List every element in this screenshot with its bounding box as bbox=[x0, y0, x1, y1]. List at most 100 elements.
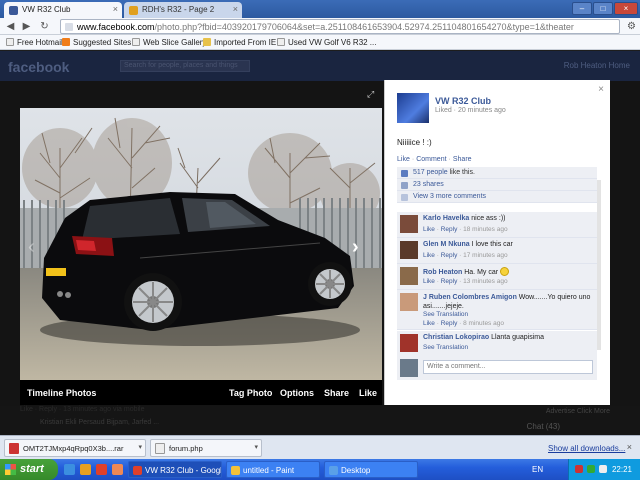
facebook-logo[interactable]: facebook bbox=[8, 59, 69, 75]
tag-photo-button[interactable]: Tag Photo bbox=[229, 388, 272, 398]
forum-favicon-icon bbox=[129, 6, 138, 15]
commenter-name[interactable]: Rob Heaton Ha. My car bbox=[423, 267, 510, 276]
comment-reply-link[interactable]: Reply bbox=[441, 252, 458, 259]
paint-icon bbox=[231, 466, 240, 475]
tab-rdh-r32[interactable]: RDH's R32 - Page 2 × bbox=[124, 2, 242, 18]
download-item[interactable]: OMT2TJMxp4qRpq0X3b....rar ▾ bbox=[4, 439, 146, 457]
header-user-links[interactable]: Rob Heaton Home bbox=[564, 61, 630, 70]
firefox-icon[interactable] bbox=[112, 464, 123, 475]
commenter-name[interactable]: Christian Lokopirao Llanta guapisima bbox=[423, 334, 544, 341]
smiley-icon bbox=[500, 267, 510, 276]
comment-time: 18 minutes ago bbox=[463, 226, 508, 233]
ie-icon[interactable] bbox=[64, 464, 75, 475]
shares-link[interactable]: 23 shares bbox=[413, 181, 444, 188]
close-icon[interactable]: × bbox=[627, 442, 632, 452]
commenter-name[interactable]: J Ruben Colombres Amigon Wow.......Yo qu… bbox=[423, 293, 591, 311]
comment-input[interactable]: Write a comment... bbox=[423, 360, 593, 374]
forward-icon[interactable]: ▶ bbox=[20, 20, 33, 33]
comment-reply-link[interactable]: Reply bbox=[441, 226, 458, 233]
chevron-down-icon[interactable]: ▾ bbox=[254, 443, 258, 451]
wrench-icon[interactable]: ⚙ bbox=[627, 21, 636, 32]
tray-icon[interactable] bbox=[587, 465, 595, 473]
comment-like-link[interactable]: Like bbox=[423, 320, 435, 327]
language-indicator[interactable]: EN bbox=[532, 465, 543, 474]
avatar[interactable] bbox=[400, 293, 418, 311]
avatar[interactable] bbox=[400, 241, 418, 259]
commenter-name[interactable]: Karlo Havelka nice ass :)) bbox=[423, 215, 506, 222]
share-button[interactable]: Share bbox=[324, 388, 349, 398]
comment-like-link[interactable]: Like bbox=[423, 226, 435, 233]
see-translation-link[interactable]: See Translation bbox=[423, 344, 468, 351]
next-photo-icon[interactable]: › bbox=[352, 236, 359, 259]
bookmark-used-vw-golf[interactable]: Used VW Golf V6 R32 ... bbox=[277, 38, 376, 47]
view-more-comments-link[interactable]: View 3 more comments bbox=[413, 193, 486, 200]
chevron-down-icon[interactable]: ▾ bbox=[138, 443, 142, 451]
task-desktop[interactable]: Desktop bbox=[324, 461, 418, 478]
bookmark-suggested-sites[interactable]: Suggested Sites bbox=[62, 38, 131, 47]
tray-icon[interactable] bbox=[575, 465, 583, 473]
comment-reply-link[interactable]: Reply bbox=[441, 278, 458, 285]
fullscreen-icon[interactable]: ⤢ bbox=[367, 89, 374, 100]
comment-link[interactable]: Comment bbox=[416, 156, 446, 163]
download-filename: OMT2TJMxp4qRpq0X3b....rar bbox=[23, 444, 124, 453]
comment-reply-link[interactable]: Reply bbox=[441, 320, 458, 327]
close-viewer-icon[interactable]: × bbox=[598, 84, 604, 95]
see-translation-link[interactable]: See Translation bbox=[423, 311, 468, 318]
media-player-icon[interactable] bbox=[80, 464, 91, 475]
comments-scrollbar[interactable] bbox=[597, 180, 601, 350]
network-icon[interactable] bbox=[599, 465, 607, 473]
folder-icon bbox=[203, 38, 211, 46]
like-button[interactable]: Like bbox=[359, 388, 377, 398]
background-text: Kristian Ekli Persaud Bijpam, Jarfed ... bbox=[40, 419, 160, 426]
chrome-icon[interactable] bbox=[96, 464, 107, 475]
screen: VW R32 Club × RDH's R32 - Page 2 × – □ ×… bbox=[0, 0, 640, 480]
tab-vw-r32-club[interactable]: VW R32 Club × bbox=[4, 2, 122, 18]
previous-photo-icon[interactable]: ‹ bbox=[28, 236, 35, 259]
bookmark-label: Web Slice Gallery bbox=[143, 38, 207, 47]
show-all-downloads-link[interactable]: Show all downloads... bbox=[548, 444, 625, 453]
page-icon bbox=[277, 38, 285, 46]
share-link[interactable]: Share bbox=[453, 156, 472, 163]
clock[interactable]: 22:21 bbox=[612, 465, 632, 474]
car-photo-image bbox=[20, 108, 382, 380]
comment-item: Karlo Havelka nice ass :)) Like · Reply … bbox=[397, 212, 597, 238]
close-tab-icon[interactable]: × bbox=[233, 4, 238, 14]
bookmark-web-slice-gallery[interactable]: Web Slice Gallery bbox=[132, 38, 206, 47]
close-tab-icon[interactable]: × bbox=[113, 4, 118, 14]
chat-button[interactable]: Chat (43) bbox=[527, 422, 560, 431]
download-item[interactable]: forum.php ▾ bbox=[150, 439, 262, 457]
page-name-link[interactable]: VW R32 Club bbox=[435, 96, 491, 106]
minimize-icon[interactable]: – bbox=[572, 2, 592, 15]
comment-time: 8 minutes ago bbox=[463, 320, 504, 327]
comment-text: nice ass :)) bbox=[469, 215, 506, 222]
view-more-row: View 3 more comments bbox=[397, 191, 597, 203]
task-paint[interactable]: untitled - Paint bbox=[226, 461, 320, 478]
bookmark-free-hotmail[interactable]: Free Hotmail bbox=[6, 38, 63, 47]
avatar[interactable] bbox=[400, 334, 418, 352]
task-chrome[interactable]: VW R32 Club - Googl... bbox=[128, 461, 222, 478]
page-avatar[interactable] bbox=[397, 93, 429, 123]
reload-icon[interactable]: ↻ bbox=[38, 20, 51, 33]
maximize-icon[interactable]: □ bbox=[593, 2, 613, 15]
likes-suffix: like this. bbox=[447, 169, 475, 176]
comment-text: Llanta guapisima bbox=[489, 334, 544, 341]
comment-like-link[interactable]: Like bbox=[423, 278, 435, 285]
bookmark-imported-from-ie[interactable]: Imported From IE bbox=[203, 38, 276, 47]
facebook-search-input[interactable]: Search for people, places and things bbox=[120, 60, 250, 72]
bookmark-label: Imported From IE bbox=[214, 38, 277, 47]
photo-info-panel: × VW R32 Club Liked · 20 minutes ago Nii… bbox=[384, 80, 610, 405]
album-link[interactable]: Timeline Photos bbox=[27, 388, 96, 398]
commenter-name[interactable]: Glen M Nkuna I love this car bbox=[423, 241, 513, 248]
close-window-icon[interactable]: × bbox=[614, 2, 638, 15]
options-button[interactable]: Options bbox=[280, 388, 314, 398]
like-link[interactable]: Like bbox=[397, 156, 410, 163]
address-bar[interactable]: www.facebook.com/photo.php?fbid=40392017… bbox=[60, 19, 620, 34]
start-button[interactable]: start bbox=[0, 459, 58, 480]
comment-like-link[interactable]: Like bbox=[423, 252, 435, 259]
avatar[interactable] bbox=[400, 267, 418, 285]
back-icon[interactable]: ◀ bbox=[4, 20, 17, 33]
likes-count-link[interactable]: 517 people bbox=[413, 169, 448, 176]
thumbs-up-icon bbox=[401, 170, 408, 177]
avatar[interactable] bbox=[400, 215, 418, 233]
bookmark-label: Free Hotmail bbox=[17, 38, 63, 47]
